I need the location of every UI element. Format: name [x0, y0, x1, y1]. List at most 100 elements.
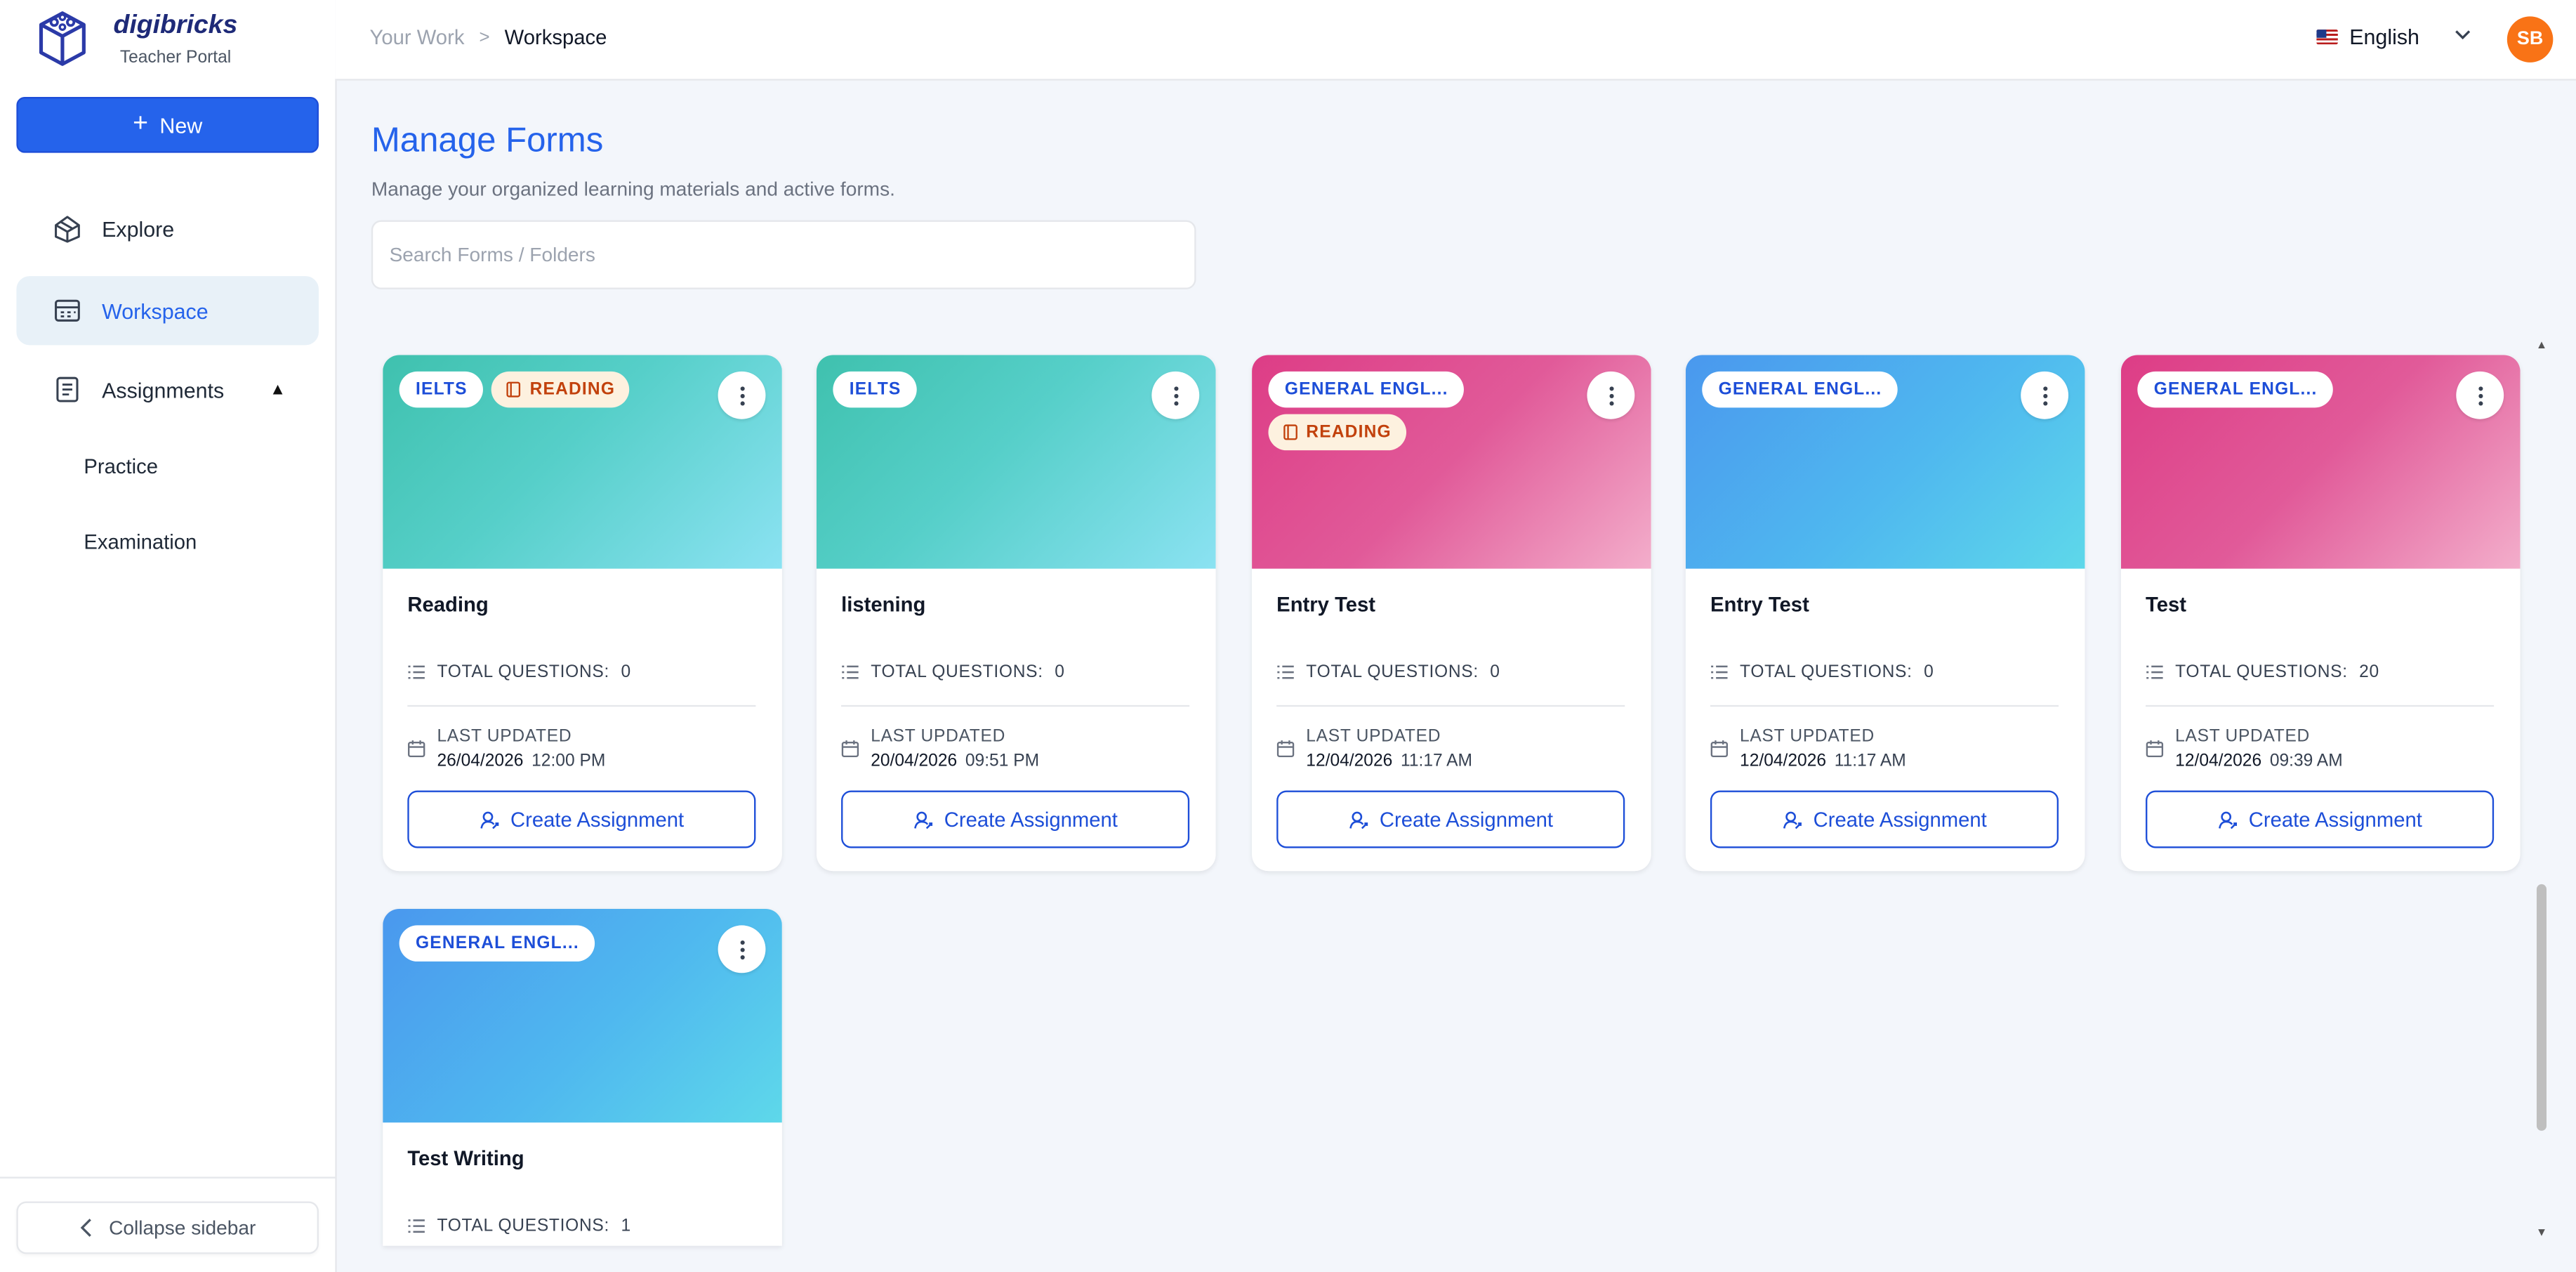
card-tags: GENERAL ENGL... [1702, 371, 1997, 408]
sidebar-item-workspace[interactable]: Workspace [16, 276, 319, 346]
form-card[interactable]: GENERAL ENGL... Test TOTAL QUESTIONS: 20 … [2120, 355, 2521, 872]
sidebar-item-explore[interactable]: Explore [16, 194, 319, 263]
top-bar: Your Work > Workspace English SB [335, 0, 2576, 81]
create-assignment-button[interactable]: Create Assignment [2146, 790, 2495, 848]
tag-badge-reading: READING [1268, 414, 1406, 451]
page-subtitle: Manage your organized learning materials… [371, 177, 895, 201]
card-divider [1710, 704, 2059, 707]
scrollbar-thumb[interactable] [2536, 884, 2547, 1131]
explore-icon [51, 212, 84, 245]
form-card[interactable]: GENERAL ENGL... READING Entry Test TOTAL… [1252, 355, 1651, 872]
card-tags: GENERAL ENGL... READING [1268, 371, 1564, 451]
create-assignment-button[interactable]: Create Assignment [841, 790, 1190, 848]
last-updated: LAST UPDATED 26/04/2026 12:00 PM [407, 726, 605, 771]
breadcrumb-separator: > [479, 27, 490, 48]
card-divider [2146, 704, 2495, 707]
list-icon [842, 665, 859, 679]
assign-user-icon [913, 811, 932, 829]
form-card[interactable]: GENERAL ENGL... Entry Test TOTAL QUESTIO… [1685, 355, 2085, 872]
list-icon [2146, 665, 2163, 679]
language-selector[interactable]: English [2316, 25, 2419, 49]
more-vertical-icon [2478, 386, 2483, 405]
more-vertical-icon [1609, 386, 1613, 405]
sidebar-subitem-practice[interactable]: Practice [84, 455, 158, 478]
calendar-icon [841, 740, 859, 758]
collapse-sidebar-button[interactable]: Collapse sidebar [16, 1201, 319, 1254]
assign-user-icon [1349, 811, 1368, 829]
card-tags: IELTS [833, 371, 1128, 408]
list-icon [1277, 665, 1294, 679]
assign-user-icon [2218, 811, 2237, 829]
document-icon [51, 373, 84, 406]
sidebar-footer: Collapse sidebar [0, 1176, 336, 1272]
calendar-icon [1710, 740, 1728, 758]
more-vertical-icon [739, 939, 744, 959]
calendar-icon [1276, 740, 1295, 758]
more-vertical-icon [2042, 386, 2047, 405]
form-card[interactable]: IELTS READING Reading TOTAL QUESTIONS: 0 … [383, 355, 782, 872]
card-title: Test [2146, 593, 2187, 617]
total-questions: TOTAL QUESTIONS: 0 [1276, 662, 1500, 682]
card-title: listening [841, 593, 926, 617]
caret-up-icon[interactable]: ▲ [270, 381, 286, 399]
card-menu-button[interactable] [2456, 371, 2504, 419]
create-assignment-button[interactable]: Create Assignment [407, 790, 756, 848]
form-card[interactable]: IELTS listening TOTAL QUESTIONS: 0 LAST U… [816, 355, 1216, 872]
sidebar-item-label: Workspace [102, 298, 209, 323]
last-updated: LAST UPDATED 12/04/2026 11:17 AM [1276, 726, 1472, 771]
tag-badge: IELTS [399, 371, 484, 408]
total-questions: TOTAL QUESTIONS: 20 [2146, 662, 2379, 682]
search-input[interactable] [371, 220, 1196, 289]
card-tags: GENERAL ENGL... [399, 925, 695, 962]
more-vertical-icon [739, 386, 744, 405]
tag-badge: GENERAL ENGL... [1268, 371, 1465, 408]
sidebar-item-label: Explore [102, 216, 175, 241]
sidebar-subitem-examination[interactable]: Examination [84, 531, 197, 554]
form-card[interactable]: GENERAL ENGL... Test Writing TOTAL QUEST… [383, 909, 782, 1246]
breadcrumb: Your Work > Workspace [370, 26, 607, 49]
last-updated: LAST UPDATED 12/04/2026 09:39 AM [2146, 726, 2343, 771]
total-questions: TOTAL QUESTIONS: 0 [1710, 662, 1934, 682]
language-label: English [2349, 25, 2419, 50]
cube-logo-icon [39, 11, 86, 66]
scroll-up-arrow-icon[interactable]: ▲ [2533, 339, 2549, 352]
total-questions: TOTAL QUESTIONS: 1 [407, 1217, 630, 1236]
breadcrumb-item-your-work[interactable]: Your Work [370, 26, 465, 49]
create-assignment-button[interactable]: Create Assignment [1710, 790, 2059, 848]
card-tags: IELTS READING [399, 371, 695, 408]
sidebar-item-assignments[interactable]: Assignments ▲ [16, 355, 319, 424]
card-title: Reading [407, 593, 489, 617]
card-divider [407, 704, 756, 707]
collapse-sidebar-label: Collapse sidebar [109, 1216, 256, 1240]
brand[interactable]: digibricks Teacher Portal [29, 6, 325, 72]
create-assignment-button[interactable]: Create Assignment [1276, 790, 1625, 848]
card-menu-button[interactable] [2021, 371, 2069, 419]
chevron-left-icon [81, 1219, 92, 1237]
list-icon [408, 1219, 425, 1233]
brand-name: digibricks [113, 11, 238, 40]
card-menu-button[interactable] [1587, 371, 1635, 419]
card-menu-button[interactable] [718, 371, 766, 419]
avatar[interactable]: SB [2506, 16, 2554, 63]
sidebar: digibricks Teacher Portal + New Explore … [0, 0, 337, 1272]
total-questions: TOTAL QUESTIONS: 0 [841, 662, 1064, 682]
us-flag-icon [2316, 29, 2338, 45]
calendar-icon [408, 740, 425, 758]
tag-badge-reading: READING [491, 371, 630, 408]
card-tags: GENERAL ENGL... [2137, 371, 2433, 408]
book-icon [507, 381, 522, 398]
book-icon [1283, 424, 1297, 440]
card-title: Test Writing [407, 1147, 524, 1171]
scrollbar[interactable]: ▲ ▼ [2533, 339, 2549, 1249]
card-divider [1276, 704, 1625, 707]
new-button[interactable]: + New [16, 97, 319, 153]
card-menu-button[interactable] [1151, 371, 1200, 419]
tag-badge: GENERAL ENGL... [2137, 371, 2334, 408]
tag-badge: GENERAL ENGL... [399, 925, 596, 962]
card-menu-button[interactable] [718, 925, 766, 973]
card-title: Entry Test [1276, 593, 1376, 617]
chevron-down-icon[interactable] [2453, 25, 2473, 44]
total-questions: TOTAL QUESTIONS: 0 [407, 662, 630, 682]
scroll-down-arrow-icon[interactable]: ▼ [2533, 1226, 2549, 1240]
list-icon [408, 665, 425, 679]
